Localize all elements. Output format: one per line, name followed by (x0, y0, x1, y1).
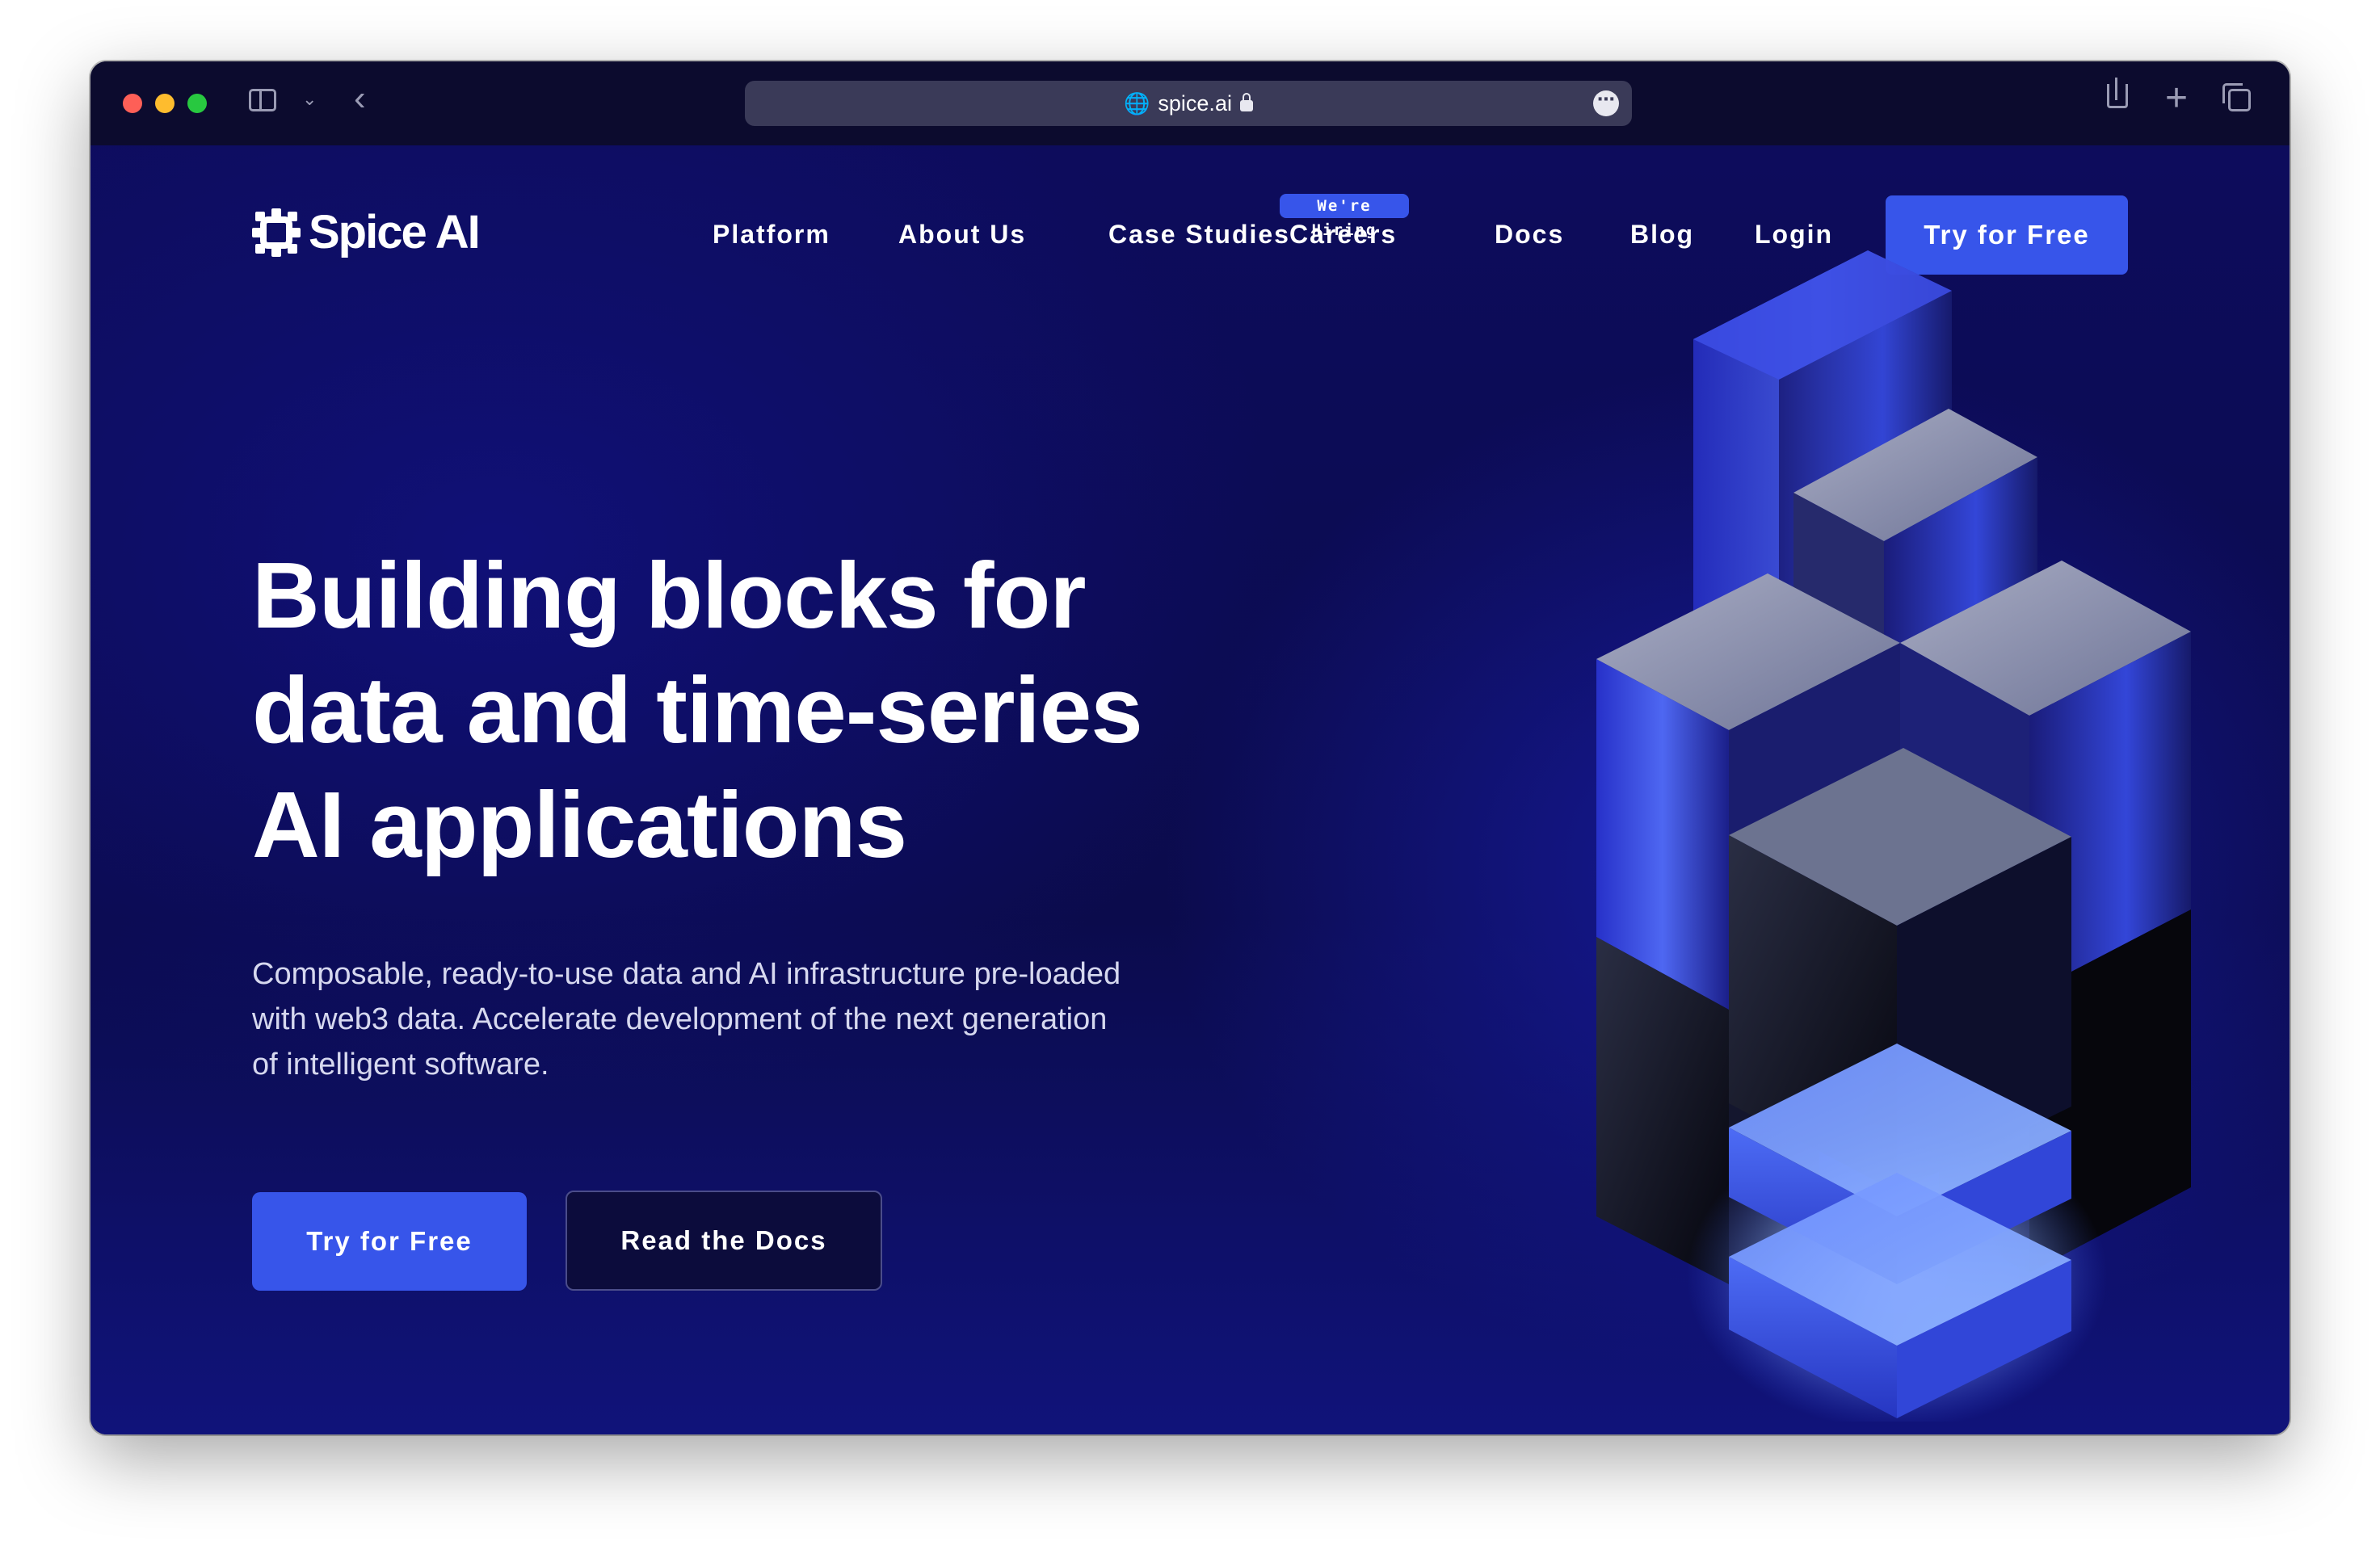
hero-title-line: AI applications (252, 772, 907, 877)
hero-title: Building blocks for data and time-series… (252, 538, 1464, 882)
nav-platform[interactable]: Platform (713, 220, 830, 250)
hero-subtitle-line: with web3 data. Accelerate development o… (252, 1002, 1108, 1036)
lock-icon (1239, 93, 1253, 111)
nav-docs[interactable]: Docs (1495, 220, 1564, 250)
hero-subtitle: Composable, ready-to-use data and AI inf… (252, 951, 1302, 1087)
nav-login[interactable]: Login (1755, 220, 1833, 250)
hiring-badge[interactable]: We're Hiring (1280, 194, 1409, 239)
new-tab-icon[interactable]: + (2165, 79, 2188, 118)
hero-title-line: data and time-series (252, 657, 1143, 762)
share-icon[interactable] (2107, 84, 2128, 108)
read-the-docs-button[interactable]: Read the Docs (566, 1191, 882, 1291)
hero-title-line: Building blocks for (252, 543, 1086, 648)
hero-subtitle-line: of intelligent software. (252, 1048, 549, 1082)
globe-icon: 🌐 (1124, 90, 1150, 116)
back-arrow-icon[interactable]: ‹ (354, 81, 366, 116)
browser-toolbar: ⌄ ‹ 🌐 spice.ai ⋯ + (90, 61, 2290, 145)
hero-subtitle-line: Composable, ready-to-use data and AI inf… (252, 957, 1121, 991)
sidebar-toggle-icon[interactable] (249, 89, 276, 111)
spice-logo-icon (252, 208, 301, 257)
more-options-icon[interactable]: ⋯ (1593, 90, 1619, 116)
close-window-button[interactable] (123, 94, 142, 113)
nav-blog[interactable]: Blog (1630, 220, 1694, 250)
tab-overview-icon[interactable] (2222, 83, 2251, 111)
nav-case-studies[interactable]: Case Studies (1108, 220, 1290, 250)
nav-about-us[interactable]: About Us (898, 220, 1026, 250)
chevron-down-icon[interactable]: ⌄ (302, 90, 317, 108)
try-for-free-button[interactable]: Try for Free (252, 1192, 527, 1291)
zoom-window-button[interactable] (187, 94, 207, 113)
address-bar[interactable]: 🌐 spice.ai ⋯ (745, 81, 1632, 126)
minimize-window-button[interactable] (155, 94, 175, 113)
site-logo[interactable]: Spice AI (252, 205, 481, 259)
cubes-illustration (1596, 250, 2191, 1422)
logo-text: Spice AI (309, 206, 481, 258)
web-page: Spice AI Platform About Us Case Studies … (90, 145, 2290, 1434)
url-text: spice.ai (1158, 90, 1232, 116)
browser-window: ⌄ ‹ 🌐 spice.ai ⋯ + Spice AI Platform Abo… (90, 61, 2290, 1434)
